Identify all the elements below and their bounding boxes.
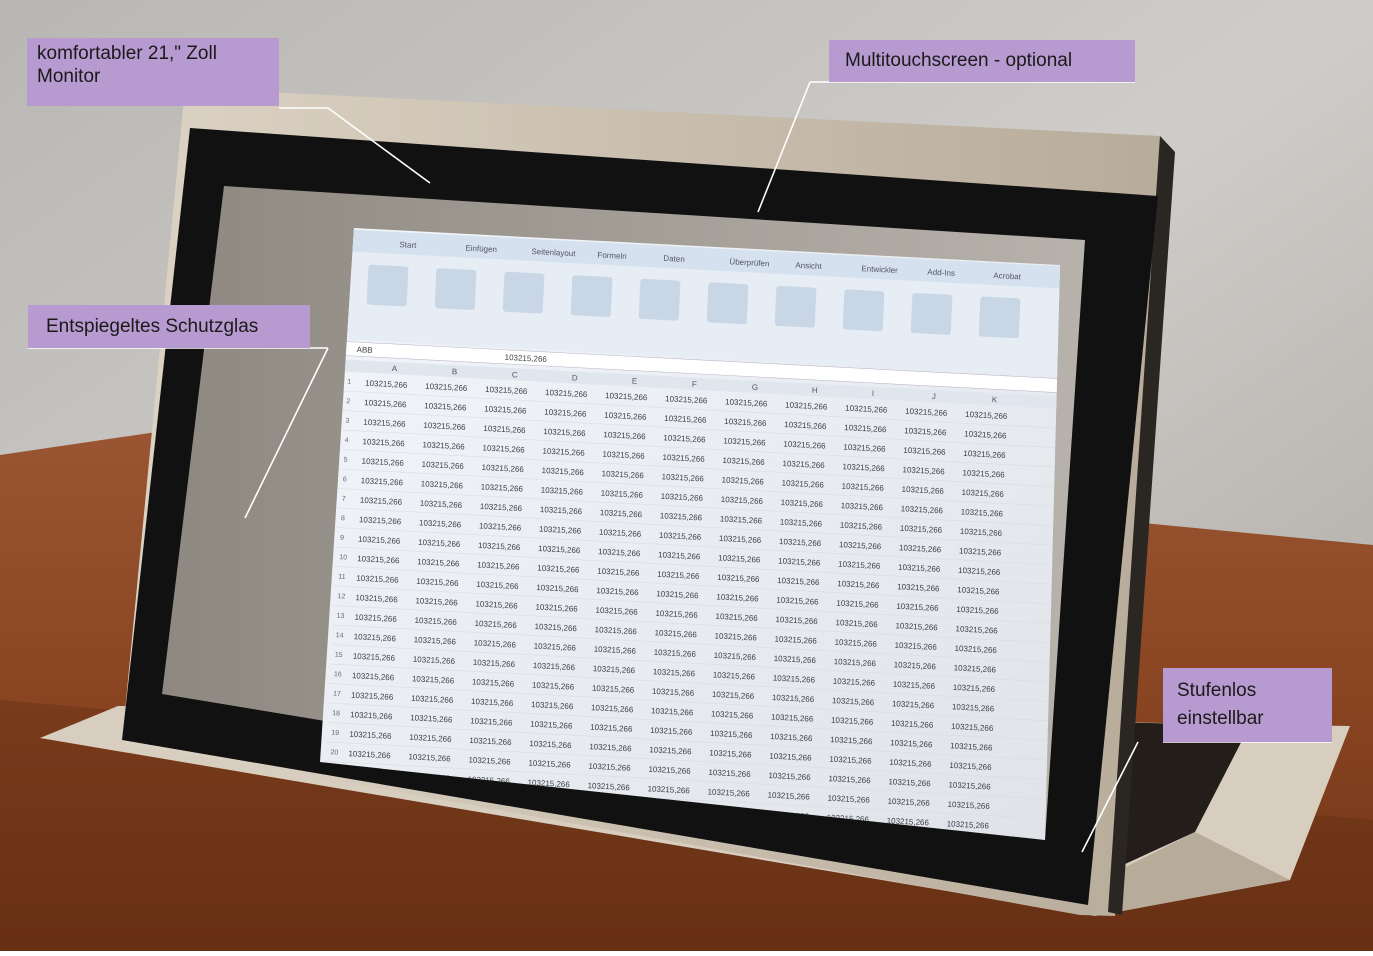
callout-touchscreen: Multitouchscreen - optional (829, 40, 1135, 82)
ribbon-tab: Ansicht (795, 261, 822, 271)
ribbon-button (842, 289, 885, 332)
row-number: 4 (344, 437, 348, 444)
ribbon-button (366, 264, 409, 307)
callout-monitor-text: komfortabler 21," Zoll Monitor (37, 43, 217, 87)
column-header: E (632, 376, 638, 385)
row-number: 19 (331, 730, 339, 737)
ribbon-tab: Add-Ins (927, 268, 955, 278)
row-number: 11 (338, 574, 346, 581)
row-number: 9 (340, 535, 344, 542)
row-number: 8 (341, 515, 345, 522)
ribbon-button (570, 275, 613, 318)
row-number: 10 (339, 554, 347, 561)
monitor-lift-photo: Start Einfügen Seitenlayout Formeln Daten Übe… (0, 0, 1373, 951)
column-header: J (932, 392, 936, 401)
row-number: 13 (336, 613, 344, 620)
ribbon-tab: Entwickler (861, 264, 898, 275)
ribbon-tab: Formeln (597, 250, 627, 261)
column-header: H (812, 386, 818, 395)
callout-stepless-line2: einstellbar (1177, 708, 1264, 729)
ribbon-tab: Einfügen (465, 244, 497, 255)
ribbon-button (978, 296, 1021, 339)
column-header: F (692, 380, 697, 389)
ribbon-tab: Daten (663, 254, 685, 264)
row-number: 16 (334, 671, 342, 678)
ribbon-tab: Start (399, 240, 417, 250)
row-number: 7 (342, 496, 346, 503)
row-number: 5 (343, 457, 347, 464)
ribbon-button (910, 292, 953, 335)
row-number: 17 (333, 691, 341, 698)
callout-glass-text: Entspiegeltes Schutzglas (46, 316, 259, 337)
callout-stepless: Stufenlos einstellbar (1163, 668, 1332, 742)
callout-monitor: komfortabler 21," Zoll Monitor (27, 38, 279, 106)
column-header: G (752, 383, 759, 392)
ribbon-button (774, 285, 817, 328)
row-number: 2 (346, 398, 350, 405)
ribbon-button (434, 268, 477, 310)
ribbon-button (502, 271, 545, 314)
column-header: I (872, 389, 875, 398)
row-number: 12 (337, 593, 345, 600)
row-number: 14 (336, 632, 344, 639)
column-header: B (452, 367, 458, 376)
callout-stepless-line1: Stufenlos (1177, 680, 1257, 701)
row-number: 15 (335, 652, 343, 659)
column-header: D (572, 373, 578, 382)
row-number: 6 (343, 476, 347, 483)
product-photo: Start Einfügen Seitenlayout Formeln Daten Übe… (0, 0, 1373, 951)
ribbon-tab: Acrobat (993, 271, 1022, 281)
row-number: 18 (332, 710, 340, 717)
row-number: 20 (330, 749, 338, 756)
ribbon-button (638, 278, 681, 321)
row-number: 3 (345, 418, 349, 425)
row-number: 1 (347, 379, 351, 386)
column-header: C (512, 370, 518, 379)
callout-glass: Entspiegeltes Schutzglas (28, 305, 310, 348)
name-box: ABB (356, 345, 372, 355)
ribbon-button (706, 282, 749, 325)
callout-touchscreen-text: Multitouchscreen - optional (845, 50, 1073, 71)
